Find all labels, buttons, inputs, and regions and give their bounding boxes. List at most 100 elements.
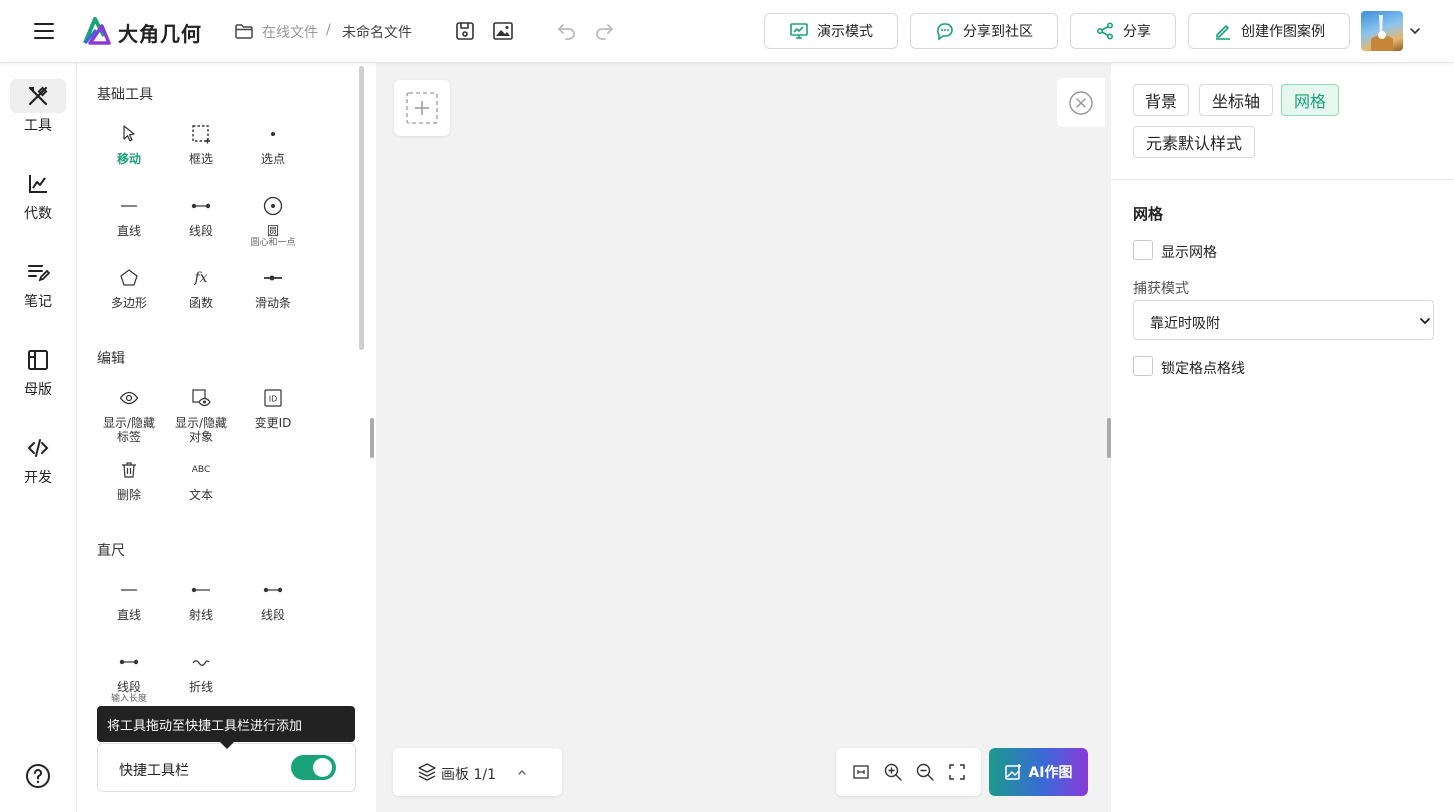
folder-icon[interactable] xyxy=(234,21,254,41)
tool-label: 移动 xyxy=(116,152,141,166)
save-icon[interactable] xyxy=(453,19,477,43)
tool-ruler-ray[interactable]: 射线 xyxy=(165,580,237,622)
trash-icon xyxy=(122,462,136,478)
menu-icon[interactable] xyxy=(33,20,55,42)
point-icon xyxy=(271,132,275,136)
toggle-knob xyxy=(313,758,332,777)
tool-change-id[interactable]: ID 变更ID xyxy=(237,388,309,430)
tool-label-line2: 对象 xyxy=(188,430,213,444)
breadcrumb-root[interactable]: 在线文件 xyxy=(262,22,318,42)
close-panel-button[interactable] xyxy=(1057,78,1105,127)
avatar[interactable] xyxy=(1361,11,1403,51)
chevron-up-icon[interactable] xyxy=(515,765,529,779)
tool-segment[interactable]: 线段 xyxy=(165,196,237,238)
cursor-icon xyxy=(123,125,135,142)
nav-label-develop: 开发 xyxy=(24,470,52,486)
tool-move[interactable]: 移动 xyxy=(93,124,165,166)
presentation-icon xyxy=(790,23,808,39)
nav-item-tools[interactable]: 工具 xyxy=(10,79,66,143)
zoom-out-icon[interactable] xyxy=(915,762,935,782)
show-grid-checkbox[interactable] xyxy=(1133,240,1153,260)
tool-panel-scrollbar[interactable] xyxy=(359,66,364,350)
undo-icon[interactable] xyxy=(555,19,579,43)
tool-label: 线段 xyxy=(188,224,213,238)
tools-icon xyxy=(28,86,48,106)
left-nav: 工具 代数 笔记 母版 开发 xyxy=(0,63,77,812)
tool-ruler-polyline[interactable]: 折线 xyxy=(165,652,237,694)
share-community-label: 分享到社区 xyxy=(963,24,1033,40)
logo-icon xyxy=(82,16,112,46)
section-title-edit: 编辑 xyxy=(97,351,125,367)
capture-mode-value: 靠近时吸附 xyxy=(1150,316,1220,332)
polygon-icon xyxy=(120,269,138,286)
top-bar: 大角几何 在线文件 / 未命名文件 演示模式 分享到社区 分享 创建作图案例 xyxy=(0,0,1454,63)
quick-toolbar-setting: 快捷工具栏 xyxy=(97,743,356,792)
segment-icon xyxy=(191,203,211,209)
text-icon: ABC xyxy=(191,465,211,475)
tool-ruler-line[interactable]: 直线 xyxy=(93,580,165,622)
share-button[interactable]: 分享 xyxy=(1070,13,1176,49)
ai-draw-button[interactable]: AI作图 xyxy=(989,748,1088,796)
quickbar-tooltip: 将工具拖动至快捷工具栏进行添加 xyxy=(97,706,355,742)
fullscreen-icon[interactable] xyxy=(947,762,967,782)
tool-text[interactable]: ABC 文本 xyxy=(165,460,237,502)
left-resize-handle[interactable] xyxy=(370,418,374,458)
section-title-basic: 基础工具 xyxy=(97,87,153,103)
tool-point[interactable]: 选点 xyxy=(237,124,309,166)
share-community-button[interactable]: 分享到社区 xyxy=(910,13,1058,49)
drawing-canvas[interactable] xyxy=(376,63,1105,812)
code-icon xyxy=(27,439,49,457)
tool-slider[interactable]: 滑动条 xyxy=(237,268,309,310)
capture-mode-select[interactable]: 靠近时吸附 xyxy=(1133,300,1434,340)
zoom-in-icon[interactable] xyxy=(883,762,903,782)
tool-toggle-object[interactable]: 显示/隐藏 对象 xyxy=(165,388,237,444)
tool-polygon[interactable]: 多边形 xyxy=(93,268,165,310)
pen-icon xyxy=(1216,25,1230,40)
tool-toggle-label[interactable]: 显示/隐藏 标签 xyxy=(93,388,165,444)
nav-item-algebra[interactable]: 代数 xyxy=(10,167,66,231)
template-icon xyxy=(28,350,48,370)
tooltip-arrow xyxy=(220,742,234,749)
chevron-down-icon xyxy=(1418,314,1432,328)
tool-function[interactable]: fx 函数 xyxy=(165,268,237,310)
tool-ruler-segment[interactable]: 线段 xyxy=(237,580,309,622)
fit-view-icon[interactable] xyxy=(851,762,871,782)
nav-item-template[interactable]: 母版 xyxy=(10,343,66,407)
quick-toolbar-toggle[interactable] xyxy=(291,755,336,780)
tool-ruler-segment-length[interactable]: 线段 输入长度 xyxy=(93,652,165,705)
divider xyxy=(1111,179,1454,180)
line-icon xyxy=(121,589,137,591)
create-case-button[interactable]: 创建作图案例 xyxy=(1188,13,1350,49)
add-board-button[interactable] xyxy=(394,80,450,136)
lock-grid-checkbox[interactable] xyxy=(1133,356,1153,376)
tab-element-style[interactable]: 元素默认样式 xyxy=(1133,126,1255,158)
nav-label-algebra: 代数 xyxy=(24,206,52,222)
function-icon: fx xyxy=(194,270,208,286)
capture-mode-label: 捕获模式 xyxy=(1133,281,1189,297)
circle-icon xyxy=(263,196,283,216)
tab-grid[interactable]: 网格 xyxy=(1281,84,1339,116)
tab-axes[interactable]: 坐标轴 xyxy=(1199,84,1273,116)
tool-label: 线段 xyxy=(116,680,141,694)
nav-label-notes: 笔记 xyxy=(24,294,52,310)
board-selector[interactable]: 画板 1/1 xyxy=(393,748,562,796)
present-mode-button[interactable]: 演示模式 xyxy=(764,13,898,49)
nav-item-develop[interactable]: 开发 xyxy=(10,431,66,495)
tool-circle[interactable]: 圆 圆心和一点 xyxy=(237,196,309,249)
file-name[interactable]: 未命名文件 xyxy=(342,22,412,42)
tool-label: 射线 xyxy=(188,608,213,622)
tool-label: 框选 xyxy=(188,152,213,166)
chevron-down-icon[interactable] xyxy=(1408,24,1422,38)
tool-delete[interactable]: 删除 xyxy=(93,460,165,502)
help-icon[interactable] xyxy=(25,763,51,789)
tool-label: 文本 xyxy=(188,488,213,502)
tab-background[interactable]: 背景 xyxy=(1133,84,1189,116)
tool-line[interactable]: 直线 xyxy=(93,196,165,238)
tool-box-select[interactable]: 框选 xyxy=(165,124,237,166)
image-icon[interactable] xyxy=(491,19,515,43)
redo-icon[interactable] xyxy=(592,19,616,43)
id-glyph: ID xyxy=(269,395,278,404)
nav-item-notes[interactable]: 笔记 xyxy=(10,255,66,319)
tool-label: 圆 xyxy=(266,224,279,238)
brand-name: 大角几何 xyxy=(118,22,202,46)
